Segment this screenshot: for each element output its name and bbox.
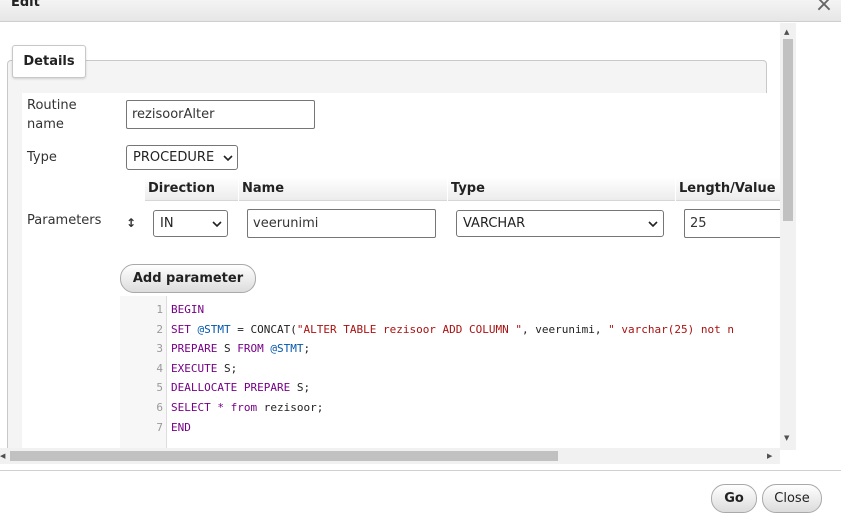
scroll-right-icon[interactable]: ▶ bbox=[767, 452, 772, 460]
header-direction: Direction bbox=[144, 177, 238, 201]
dialog-title: Edit bbox=[11, 0, 40, 10]
param-name-input[interactable]: veerunimi bbox=[247, 209, 436, 238]
code-line: PREPARE S FROM @STMT; bbox=[171, 342, 311, 356]
close-button-label: Close bbox=[774, 491, 810, 506]
header-length: Length/Value bbox=[675, 177, 780, 201]
param-direction-value: IN bbox=[160, 216, 174, 231]
code-line: DEALLOCATE PREPARE S; bbox=[171, 381, 311, 395]
param-length-input[interactable]: 25 bbox=[684, 209, 780, 238]
dialog-content: Details Routine name rezisoorAlter Type … bbox=[0, 23, 780, 450]
vertical-scrollbar[interactable]: ▲ ▼ bbox=[780, 23, 796, 450]
go-button[interactable]: Go bbox=[711, 484, 757, 513]
horizontal-scrollbar-thumb[interactable] bbox=[10, 451, 558, 461]
code-line: END bbox=[171, 420, 191, 434]
code-line: SET @STMT = CONCAT("ALTER TABLE rezisoor… bbox=[171, 322, 734, 336]
code-line: EXECUTE S; bbox=[171, 361, 238, 375]
add-parameter-button[interactable]: Add parameter bbox=[120, 264, 256, 293]
chevron-down-icon bbox=[223, 154, 233, 161]
line-number: 5 bbox=[156, 381, 163, 395]
scroll-up-icon[interactable]: ▲ bbox=[784, 28, 789, 36]
tab-details-label: Details bbox=[23, 54, 75, 69]
param-type-select[interactable]: VARCHAR bbox=[456, 210, 664, 237]
line-number: 2 bbox=[156, 322, 163, 336]
param-direction-select[interactable]: IN bbox=[153, 210, 228, 237]
dialog-titlebar: Edit × bbox=[0, 0, 841, 22]
parameters-table-header: Direction Name Type Length/Value bbox=[144, 177, 780, 201]
line-number: 1 bbox=[156, 303, 163, 316]
line-number: 4 bbox=[156, 361, 163, 375]
routine-name-value: rezisoorAlter bbox=[132, 107, 215, 122]
header-type: Type bbox=[447, 177, 675, 201]
header-name: Name bbox=[238, 177, 447, 201]
param-name-value: veerunimi bbox=[253, 216, 319, 231]
footer-divider bbox=[0, 470, 841, 471]
parameters-label: Parameters bbox=[27, 213, 102, 228]
param-length-value: 25 bbox=[690, 216, 707, 231]
details-form: Routine name rezisoorAlter Type PROCEDUR… bbox=[22, 93, 780, 450]
add-parameter-label: Add parameter bbox=[132, 271, 244, 286]
scroll-left-icon[interactable]: ◀ bbox=[0, 452, 5, 460]
go-button-label: Go bbox=[724, 491, 744, 506]
editor-gutter: 1 2 3 4 5 6 7 bbox=[120, 296, 167, 448]
horizontal-scrollbar[interactable]: ◀ ▶ bbox=[0, 448, 780, 464]
code-line: BEGIN bbox=[171, 303, 205, 316]
type-select-value: PROCEDURE bbox=[133, 150, 215, 165]
param-type-value: VARCHAR bbox=[463, 216, 526, 231]
code-line: SELECT * from rezisoor; bbox=[171, 401, 324, 414]
editor-code[interactable]: BEGIN SET @STMT = CONCAT("ALTER TABLE re… bbox=[167, 296, 780, 448]
drag-handle-icon[interactable]: ↕ bbox=[126, 214, 136, 233]
routine-name-input[interactable]: rezisoorAlter bbox=[126, 100, 315, 129]
vertical-scrollbar-thumb[interactable] bbox=[783, 39, 793, 221]
close-button[interactable]: Close bbox=[762, 484, 822, 513]
line-number: 6 bbox=[156, 401, 163, 414]
routine-name-label: Routine name bbox=[27, 98, 77, 132]
line-number: 3 bbox=[156, 342, 163, 356]
scroll-down-icon[interactable]: ▼ bbox=[784, 434, 789, 442]
routine-definition-editor[interactable]: 1 2 3 4 5 6 7 BEGIN SET @STMT = CONCAT("… bbox=[120, 296, 780, 448]
type-select[interactable]: PROCEDURE bbox=[126, 145, 238, 170]
close-icon[interactable]: × bbox=[813, 0, 835, 16]
chevron-down-icon bbox=[212, 220, 222, 227]
line-number: 7 bbox=[156, 420, 163, 434]
chevron-down-icon bbox=[648, 220, 658, 227]
type-label: Type bbox=[27, 150, 57, 165]
tab-details[interactable]: Details bbox=[12, 45, 86, 78]
